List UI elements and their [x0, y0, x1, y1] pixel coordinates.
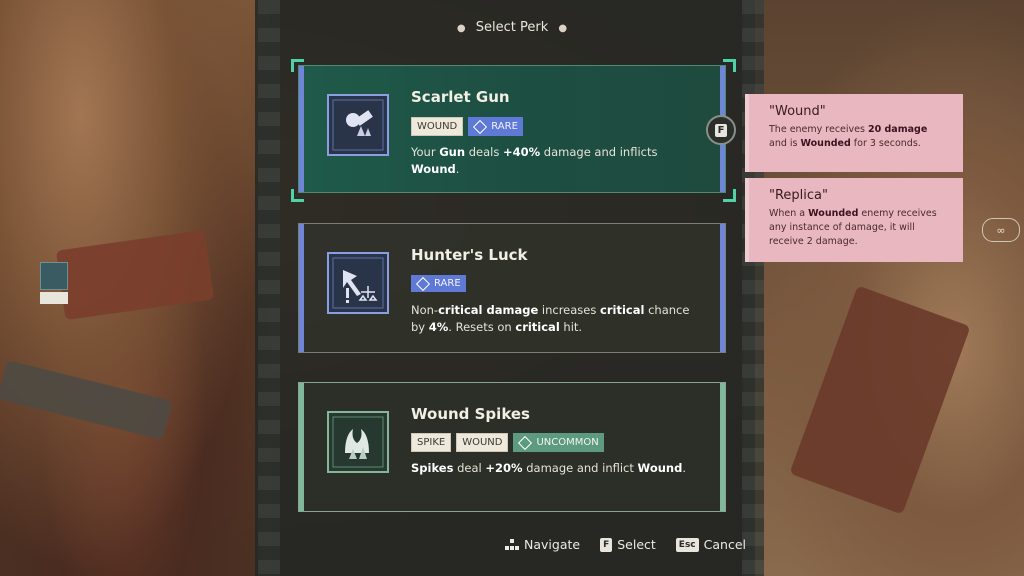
background-rail-right [742, 0, 764, 576]
selection-bracket [291, 189, 304, 202]
control-hints: Navigate F Select Esc Cancel [505, 537, 746, 552]
desc-keyword: 4% [428, 320, 449, 334]
wound-spikes-icon [327, 411, 389, 473]
perk-tags: WOUND RARE [411, 117, 523, 136]
rarity-edge-right [720, 224, 725, 352]
f-key-icon: F [714, 123, 728, 137]
tag-wound: WOUND [456, 433, 509, 452]
perk-description: Non-critical damage increases critical c… [411, 302, 701, 336]
desc-keyword: Spikes [411, 461, 454, 475]
keyword-tooltip-wound: "Wound" The enemy receives 20 damage and… [745, 94, 963, 172]
desc-text: hit. [559, 320, 583, 334]
tooltip-text: The enemy receives 20 damage and is Woun… [769, 123, 947, 151]
hunters-luck-icon [327, 252, 389, 314]
perk-title: Scarlet Gun [411, 88, 510, 106]
rarity-gem-icon [415, 276, 431, 291]
desc-keyword: critical damage [438, 303, 539, 317]
navigate-hint[interactable]: Navigate [505, 537, 580, 552]
cancel-label: Cancel [703, 537, 746, 552]
tooltip-keyword: 20 damage [867, 124, 928, 135]
desc-text: deals [465, 145, 503, 159]
perk-tags: SPIKE WOUND UNCOMMON [411, 433, 604, 452]
tag-uncommon-label: UNCOMMON [536, 437, 599, 448]
perk-card-wound-spikes[interactable]: Wound Spikes SPIKE WOUND UNCOMMON Spikes… [298, 382, 726, 512]
tooltip-text-part: The enemy receives [769, 124, 868, 135]
perk-card-hunters-luck[interactable]: Hunter's Luck RARE Non-critical damage i… [298, 223, 726, 353]
rarity-edge-left [299, 224, 304, 352]
desc-keyword: +40% [502, 145, 541, 159]
desc-text: deal [453, 461, 486, 475]
tooltip-text-part: When a [769, 208, 809, 219]
tag-rare: RARE [468, 117, 523, 136]
perk-title: Wound Spikes [411, 405, 530, 423]
tag-rare-label: RARE [434, 278, 461, 289]
desc-text: Your [411, 145, 440, 159]
desc-text: Non- [411, 303, 439, 317]
rarity-gem-icon [518, 435, 533, 450]
marker-badge [40, 292, 68, 304]
rarity-gem-icon [473, 119, 488, 134]
rarity-edge-left [299, 383, 304, 511]
desc-keyword: Wound [411, 162, 456, 176]
rarity-edge-right [720, 383, 725, 511]
keyword-tooltip-replica: "Replica" When a Wounded enemy receives … [745, 178, 963, 262]
desc-keyword: Gun [439, 145, 466, 159]
selection-bracket [723, 189, 736, 202]
tooltip-title: "Replica" [769, 188, 828, 203]
desc-text: damage and inflict [522, 461, 638, 475]
desc-text: . [455, 162, 460, 176]
navigate-label: Navigate [524, 537, 581, 552]
perk-tags: RARE [411, 275, 466, 292]
tooltip-keyword: Wounded [800, 138, 851, 149]
desc-keyword: critical [600, 303, 645, 317]
tooltip-text: When a Wounded enemy receives any instan… [769, 207, 947, 249]
perk-card-scarlet-gun[interactable]: Scarlet Gun WOUND RARE Your Gun deals +4… [298, 65, 726, 193]
cancel-hint[interactable]: Esc Cancel [675, 537, 746, 552]
perk-description: Spikes deal +20% damage and inflict Woun… [411, 460, 701, 477]
tooltip-text-part: and is [769, 138, 801, 149]
tag-wound: WOUND [411, 117, 464, 136]
bullet-icon: ● [558, 23, 568, 34]
background-rail-left [258, 0, 280, 576]
tag-rare-label: RARE [491, 121, 518, 132]
selection-bracket [723, 59, 736, 72]
screen-title: Select Perk [475, 20, 549, 35]
desc-text: damage and inflicts [540, 145, 658, 159]
select-label: Select [617, 537, 656, 552]
tag-rare: RARE [411, 275, 466, 292]
desc-text: . [682, 461, 686, 475]
link-icon: ∞ [996, 223, 1006, 237]
desc-keyword: Wound [637, 461, 683, 475]
map-marker-icon [40, 262, 68, 290]
tag-spike: SPIKE [411, 433, 452, 452]
perk-title: Hunter's Luck [411, 246, 528, 264]
tooltip-title: "Wound" [769, 104, 826, 119]
select-hint[interactable]: F Select [600, 537, 656, 552]
desc-text: . Resets on [448, 320, 516, 334]
tag-uncommon: UNCOMMON [513, 433, 604, 452]
tooltip-text-part: for 3 seconds. [850, 138, 921, 149]
rarity-edge-left [299, 66, 304, 192]
esc-key-icon: Esc [675, 537, 699, 552]
scarlet-gun-icon [327, 94, 389, 156]
f-key-icon: F [600, 537, 613, 552]
selection-bracket [291, 59, 304, 72]
select-key-badge[interactable]: F [706, 115, 736, 145]
tooltip-keyword: Wounded [808, 208, 859, 219]
desc-text: increases [538, 303, 601, 317]
perk-description: Your Gun deals +40% damage and inflicts … [411, 144, 701, 178]
screen-header: ● Select Perk ● [0, 20, 1024, 35]
hud-indicator: ∞ [982, 218, 1020, 242]
dpad-icon [505, 538, 519, 550]
desc-keyword: +20% [485, 461, 523, 475]
minimap-marker [40, 262, 68, 306]
bullet-icon: ● [456, 23, 466, 34]
desc-keyword: critical [515, 320, 560, 334]
